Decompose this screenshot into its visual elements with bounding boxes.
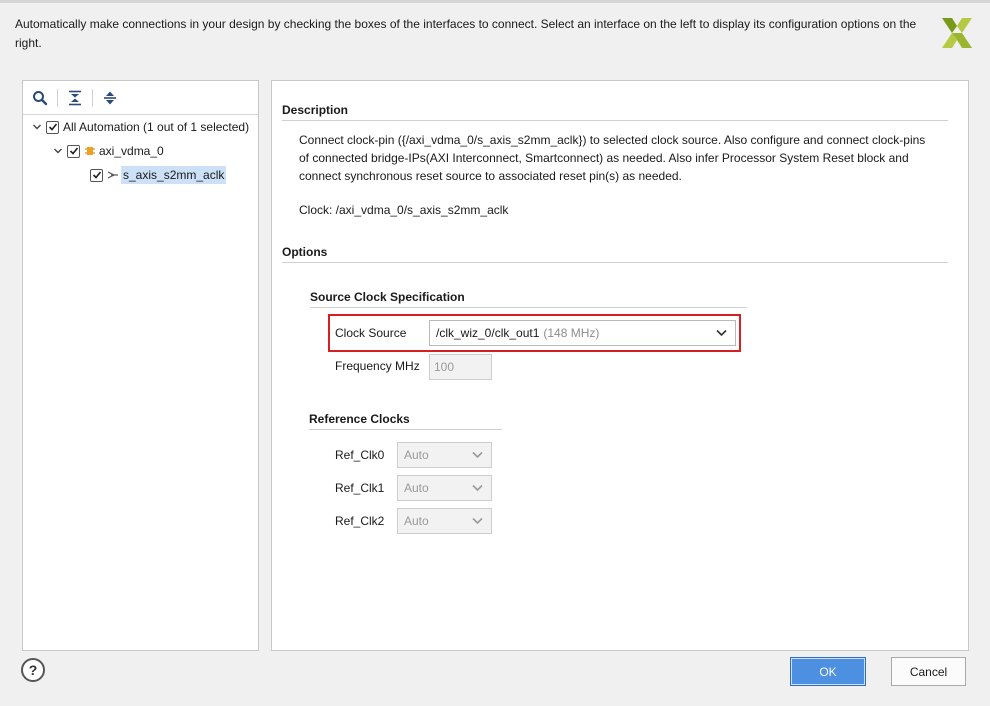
toolbar-separator: [57, 88, 58, 107]
ref-clk1-value: Auto: [404, 481, 429, 495]
xilinx-logo: [942, 18, 972, 48]
reference-clocks-divider: [309, 429, 502, 430]
source-clock-divider: [310, 307, 747, 308]
tree-item-all-automation[interactable]: All Automation (1 out of 1 selected): [31, 117, 249, 137]
top-divider: [0, 0, 990, 3]
ref-clk1-select[interactable]: Auto: [397, 475, 492, 501]
chevron-down-icon: [716, 326, 727, 340]
chevron-down-icon: [472, 448, 483, 462]
ref-clk0-value: Auto: [404, 448, 429, 462]
axi-vdma-checkbox[interactable]: [67, 144, 80, 158]
chevron-down-icon[interactable]: [31, 121, 43, 133]
expand-all-icon[interactable]: [99, 87, 121, 109]
chevron-down-icon: [472, 481, 483, 495]
frequency-input[interactable]: 100: [429, 354, 492, 380]
description-clock-line: Clock: /axi_vdma_0/s_axis_s2mm_aclk: [299, 203, 509, 217]
options-divider: [282, 262, 948, 263]
clock-source-label: Clock Source: [335, 326, 407, 340]
clock-source-value: /clk_wiz_0/clk_out1: [436, 326, 540, 340]
tree-item-label: All Automation (1 out of 1 selected): [63, 120, 250, 134]
search-icon[interactable]: [29, 87, 51, 109]
clock-source-select[interactable]: /clk_wiz_0/clk_out1 (148 MHz): [429, 320, 736, 346]
configuration-panel: Description Connect clock-pin ({/axi_vdm…: [271, 80, 969, 651]
all-automation-checkbox[interactable]: [46, 120, 59, 134]
clock-pin-icon: [107, 170, 119, 180]
ref-clk1-label: Ref_Clk1: [335, 481, 385, 495]
s-axis-s2mm-aclk-checkbox[interactable]: [90, 168, 103, 182]
options-heading: Options: [282, 245, 328, 259]
clock-source-frequency: (148 MHz): [543, 326, 600, 340]
interface-tree-panel: All Automation (1 out of 1 selected) axi…: [22, 80, 259, 651]
ref-clk2-label: Ref_Clk2: [335, 514, 385, 528]
ip-block-icon: [84, 145, 96, 157]
help-button[interactable]: ?: [21, 658, 45, 682]
tree-item-s-axis-s2mm-aclk[interactable]: s_axis_s2mm_aclk: [90, 165, 227, 185]
tree-item-label: axi_vdma_0: [99, 144, 164, 158]
description-divider: [282, 120, 948, 121]
toolbar-separator: [92, 88, 93, 107]
tree-item-axi-vdma[interactable]: axi_vdma_0: [52, 141, 164, 161]
frequency-label: Frequency MHz: [335, 359, 420, 373]
ref-clk2-value: Auto: [404, 514, 429, 528]
description-heading: Description: [282, 103, 349, 117]
description-text: Connect clock-pin ({/axi_vdma_0/s_axis_s…: [299, 133, 926, 183]
chevron-down-icon[interactable]: [52, 145, 64, 157]
ref-clk0-label: Ref_Clk0: [335, 448, 385, 462]
cancel-button[interactable]: Cancel: [891, 657, 966, 686]
reference-clocks-heading: Reference Clocks: [309, 412, 410, 426]
collapse-all-icon[interactable]: [64, 87, 86, 109]
tree-item-label: s_axis_s2mm_aclk: [121, 166, 227, 184]
ok-button[interactable]: OK: [790, 657, 866, 686]
source-clock-heading: Source Clock Specification: [310, 290, 465, 304]
tree-toolbar: [23, 81, 258, 115]
ref-clk2-select[interactable]: Auto: [397, 508, 492, 534]
instructions-text: Automatically make connections in your d…: [15, 17, 917, 50]
ref-clk0-select[interactable]: Auto: [397, 442, 492, 468]
chevron-down-icon: [472, 514, 483, 528]
